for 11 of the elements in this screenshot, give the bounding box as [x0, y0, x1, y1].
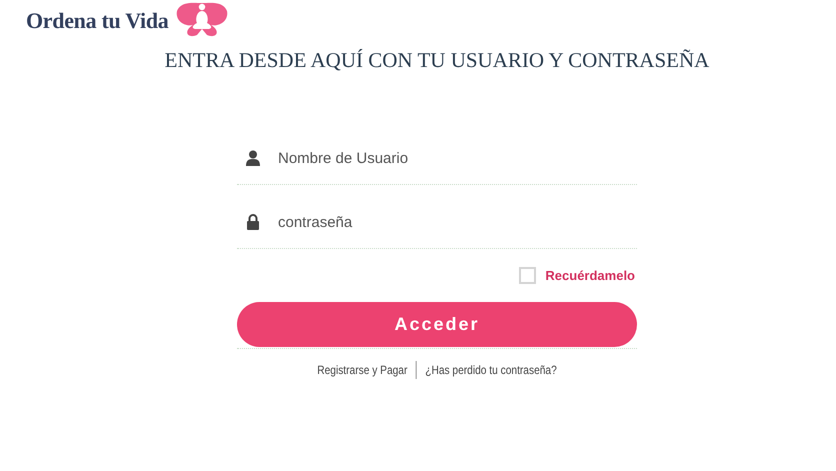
register-link[interactable]: Registrarse y Pagar: [308, 363, 416, 377]
username-field[interactable]: Nombre de Usuario: [278, 143, 637, 173]
logo-text: Ordena tu Vida: [26, 8, 168, 34]
lost-password-link[interactable]: ¿Has perdido tu contraseña?: [416, 363, 566, 377]
password-field[interactable]: contraseña: [278, 207, 637, 237]
lock-icon: [246, 214, 260, 230]
remember-checkbox[interactable]: [519, 266, 536, 284]
user-icon: [246, 150, 260, 166]
login-button[interactable]: Acceder: [237, 302, 637, 347]
page-heading: ENTRA DESDE AQUÍ CON TU USUARIO Y CONTRASEÑA: [164, 48, 710, 73]
remember-label[interactable]: Recuérdamelo: [545, 268, 635, 282]
